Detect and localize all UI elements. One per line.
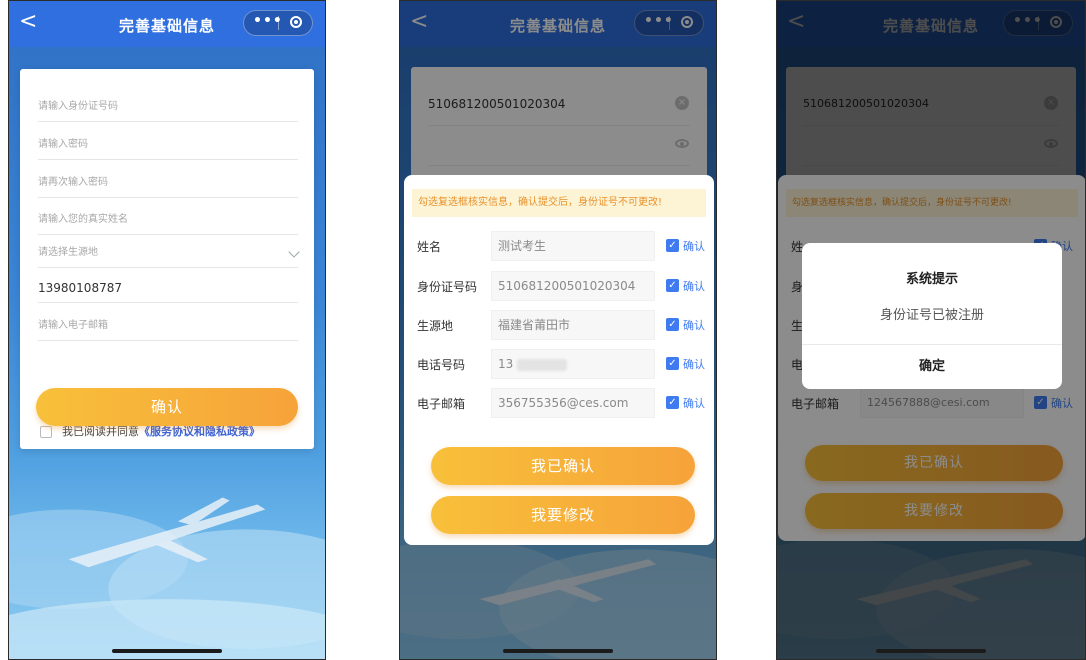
origin-select-placeholder: 请选择生源地 (38, 247, 98, 258)
modify-button[interactable]: 我要修改 (431, 496, 695, 534)
confirmed-button[interactable]: 我已确认 (431, 447, 695, 485)
row-label: 电话号码 (417, 358, 466, 372)
checkbox-checked-icon[interactable]: ✓ (666, 239, 679, 252)
row-confirm-label[interactable]: 确认 (683, 278, 705, 294)
dialog-ok-button[interactable]: 确定 (802, 344, 1062, 389)
real-name-field[interactable]: 请输入您的真实姓名 (38, 206, 298, 235)
row-label: 电子邮箱 (417, 397, 466, 411)
phone-screen-form: < 完善基础信息 ••• 请输入身份证号码 请输入密码 请再次输入密码 请输入您… (8, 0, 326, 660)
home-indicator (503, 649, 613, 653)
phone-prefix: 13 (498, 357, 514, 371)
row-value: 测试考生 (491, 231, 655, 261)
submit-button[interactable]: 确认 (36, 388, 298, 426)
row-confirm-label[interactable]: 确认 (683, 356, 705, 372)
warning-notice: 勾选复选框核实信息，确认提交后，身份证号不可更改! (412, 189, 706, 217)
row-label: 姓名 (417, 240, 442, 254)
row-label: 生源地 (417, 319, 454, 333)
confirm-info-sheet: 勾选复选框核实信息，确认提交后，身份证号不可更改! 姓名 测试考生 ✓ 确认 身… (404, 175, 714, 545)
nav-bar: < 完善基础信息 ••• (9, 1, 325, 47)
dialog-title: 系统提示 (905, 272, 958, 287)
row-value: 510681200501020304 (491, 271, 655, 301)
phone-screen-alert: < 完善基础信息 ••• 510681200501020304 × 勾选复选框核… (776, 0, 1086, 660)
origin-select[interactable]: 请选择生源地 (38, 239, 300, 268)
row-confirm-label[interactable]: 确认 (683, 238, 705, 254)
password-field[interactable]: 请输入密码 (38, 131, 298, 160)
confirm-row-name: 姓名 测试考生 ✓ 确认 (404, 231, 714, 261)
mini-program-capsule: ••• (243, 10, 313, 36)
dialog-message: 身份证号已被注册 (879, 308, 984, 323)
chevron-down-icon (288, 246, 300, 258)
close-target-icon[interactable] (290, 16, 302, 28)
checkbox-checked-icon[interactable]: ✓ (666, 357, 679, 370)
agreement-link[interactable]: 《服务协议和隐私政策》 (139, 425, 260, 438)
checkbox-checked-icon[interactable]: ✓ (666, 396, 679, 409)
checkbox-checked-icon[interactable]: ✓ (666, 279, 679, 292)
row-value: 福建省莆田市 (491, 310, 655, 340)
row-label: 身份证号码 (417, 280, 478, 294)
blurred-redaction (517, 358, 568, 371)
phone-field[interactable]: 13980108787 (38, 274, 298, 303)
confirm-row-origin: 生源地 福建省莆田市 ✓ 确认 (404, 310, 714, 340)
row-confirm-label[interactable]: 确认 (683, 317, 705, 333)
confirm-row-phone: 电话号码 13 ✓ 确认 (404, 349, 714, 379)
agree-checkbox[interactable] (40, 426, 52, 438)
email-field[interactable]: 请输入电子邮箱 (38, 312, 298, 341)
id-number-field[interactable]: 请输入身份证号码 (38, 93, 298, 122)
confirm-password-field[interactable]: 请再次输入密码 (38, 169, 298, 198)
system-alert-dialog: 系统提示 身份证号已被注册 确定 (802, 243, 1062, 389)
confirm-row-email: 电子邮箱 356755356@ces.com ✓ 确认 (404, 388, 714, 418)
home-indicator (112, 649, 222, 653)
checkbox-checked-icon[interactable]: ✓ (666, 318, 679, 331)
home-indicator (876, 649, 986, 653)
capsule-divider (278, 16, 279, 30)
confirm-row-id: 身份证号码 510681200501020304 ✓ 确认 (404, 271, 714, 301)
phone-screen-confirm-sheet: < 完善基础信息 ••• 510681200501020304 × 勾选复选框核… (399, 0, 717, 660)
row-value: 356755356@ces.com (491, 388, 655, 418)
agree-text: 我已阅读并同意 (62, 425, 139, 438)
row-confirm-label[interactable]: 确认 (683, 395, 705, 411)
row-value-phone: 13 (491, 349, 655, 379)
